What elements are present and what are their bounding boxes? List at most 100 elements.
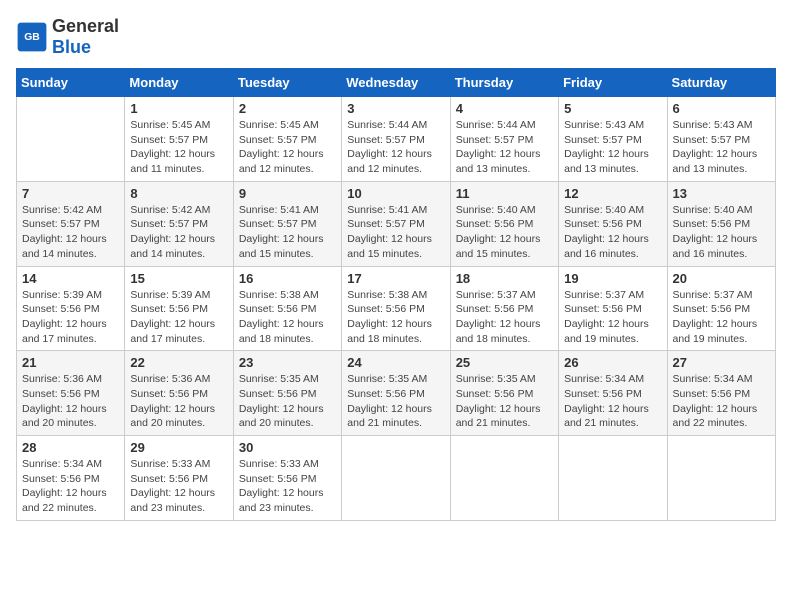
day-info: Sunrise: 5:34 AMSunset: 5:56 PMDaylight:…	[564, 372, 661, 431]
day-number: 6	[673, 101, 770, 116]
calendar-cell	[667, 436, 775, 521]
calendar-cell	[450, 436, 558, 521]
day-info: Sunrise: 5:36 AMSunset: 5:56 PMDaylight:…	[130, 372, 227, 431]
day-number: 23	[239, 355, 336, 370]
day-number: 28	[22, 440, 119, 455]
day-number: 13	[673, 186, 770, 201]
day-number: 3	[347, 101, 444, 116]
calendar-cell: 15 Sunrise: 5:39 AMSunset: 5:56 PMDayligh…	[125, 266, 233, 351]
day-number: 11	[456, 186, 553, 201]
day-number: 9	[239, 186, 336, 201]
day-info: Sunrise: 5:39 AMSunset: 5:56 PMDaylight:…	[130, 288, 227, 347]
day-info: Sunrise: 5:45 AMSunset: 5:57 PMDaylight:…	[130, 118, 227, 177]
calendar-header: SundayMondayTuesdayWednesdayThursdayFrid…	[17, 69, 776, 97]
calendar-cell: 1Sunrise: 5:45 AMSunset: 5:57 PMDaylight…	[125, 97, 233, 182]
day-info: Sunrise: 5:42 AMSunset: 5:57 PMDaylight:…	[22, 203, 119, 262]
calendar-cell: 7 Sunrise: 5:42 AMSunset: 5:57 PMDaylight…	[17, 181, 125, 266]
weekday-header-friday: Friday	[559, 69, 667, 97]
calendar-cell	[559, 436, 667, 521]
calendar-cell: 16Sunrise: 5:38 AMSunset: 5:56 PMDayligh…	[233, 266, 341, 351]
day-info: Sunrise: 5:35 AMSunset: 5:56 PMDaylight:…	[239, 372, 336, 431]
logo-general-text: General	[52, 16, 119, 36]
logo: GB General Blue	[16, 16, 119, 58]
weekday-header-monday: Monday	[125, 69, 233, 97]
calendar-cell: 6 Sunrise: 5:43 AMSunset: 5:57 PMDaylight…	[667, 97, 775, 182]
calendar-cell: 10Sunrise: 5:41 AMSunset: 5:57 PMDayligh…	[342, 181, 450, 266]
svg-text:GB: GB	[24, 32, 40, 43]
day-number: 30	[239, 440, 336, 455]
calendar-cell: 30 Sunrise: 5:33 AMSunset: 5:56 PMDayligh…	[233, 436, 341, 521]
day-info: Sunrise: 5:35 AMSunset: 5:56 PMDaylight:…	[456, 372, 553, 431]
day-info: Sunrise: 5:42 AMSunset: 5:57 PMDaylight:…	[130, 203, 227, 262]
day-info: Sunrise: 5:34 AMSunset: 5:56 PMDaylight:…	[673, 372, 770, 431]
day-info: Sunrise: 5:35 AMSunset: 5:56 PMDaylight:…	[347, 372, 444, 431]
day-number: 24	[347, 355, 444, 370]
day-number: 25	[456, 355, 553, 370]
weekday-header-wednesday: Wednesday	[342, 69, 450, 97]
weekday-header-thursday: Thursday	[450, 69, 558, 97]
calendar-cell: 25 Sunrise: 5:35 AMSunset: 5:56 PMDayligh…	[450, 351, 558, 436]
calendar-week-1: 1Sunrise: 5:45 AMSunset: 5:57 PMDaylight…	[17, 97, 776, 182]
calendar-table: SundayMondayTuesdayWednesdayThursdayFrid…	[16, 68, 776, 521]
calendar-week-5: 28 Sunrise: 5:34 AMSunset: 5:56 PMDayligh…	[17, 436, 776, 521]
day-info: Sunrise: 5:44 AMSunset: 5:57 PMDaylight:…	[456, 118, 553, 177]
day-number: 20	[673, 271, 770, 286]
calendar-cell	[342, 436, 450, 521]
calendar-cell: 22 Sunrise: 5:36 AMSunset: 5:56 PMDayligh…	[125, 351, 233, 436]
day-info: Sunrise: 5:37 AMSunset: 5:56 PMDaylight:…	[673, 288, 770, 347]
calendar-cell: 20 Sunrise: 5:37 AMSunset: 5:56 PMDayligh…	[667, 266, 775, 351]
day-number: 8	[130, 186, 227, 201]
calendar-cell: 4 Sunrise: 5:44 AMSunset: 5:57 PMDaylight…	[450, 97, 558, 182]
day-info: Sunrise: 5:33 AMSunset: 5:56 PMDaylight:…	[239, 457, 336, 516]
calendar-cell: 12 Sunrise: 5:40 AMSunset: 5:56 PMDayligh…	[559, 181, 667, 266]
calendar-cell: 29Sunrise: 5:33 AMSunset: 5:56 PMDayligh…	[125, 436, 233, 521]
day-info: Sunrise: 5:39 AMSunset: 5:56 PMDaylight:…	[22, 288, 119, 347]
day-info: Sunrise: 5:45 AMSunset: 5:57 PMDaylight:…	[239, 118, 336, 177]
day-number: 22	[130, 355, 227, 370]
day-info: Sunrise: 5:40 AMSunset: 5:56 PMDaylight:…	[564, 203, 661, 262]
day-info: Sunrise: 5:43 AMSunset: 5:57 PMDaylight:…	[564, 118, 661, 177]
weekday-header-tuesday: Tuesday	[233, 69, 341, 97]
day-info: Sunrise: 5:38 AMSunset: 5:56 PMDaylight:…	[347, 288, 444, 347]
calendar-cell: 3 Sunrise: 5:44 AMSunset: 5:57 PMDaylight…	[342, 97, 450, 182]
day-info: Sunrise: 5:34 AMSunset: 5:56 PMDaylight:…	[22, 457, 119, 516]
calendar-week-4: 21 Sunrise: 5:36 AMSunset: 5:56 PMDayligh…	[17, 351, 776, 436]
calendar-cell: 21 Sunrise: 5:36 AMSunset: 5:56 PMDayligh…	[17, 351, 125, 436]
calendar-cell: 19 Sunrise: 5:37 AMSunset: 5:56 PMDayligh…	[559, 266, 667, 351]
day-info: Sunrise: 5:38 AMSunset: 5:56 PMDaylight:…	[239, 288, 336, 347]
weekday-header-sunday: Sunday	[17, 69, 125, 97]
day-info: Sunrise: 5:40 AMSunset: 5:56 PMDaylight:…	[456, 203, 553, 262]
day-info: Sunrise: 5:36 AMSunset: 5:56 PMDaylight:…	[22, 372, 119, 431]
day-number: 4	[456, 101, 553, 116]
day-number: 21	[22, 355, 119, 370]
calendar-cell: 5 Sunrise: 5:43 AMSunset: 5:57 PMDaylight…	[559, 97, 667, 182]
day-info: Sunrise: 5:41 AMSunset: 5:57 PMDaylight:…	[239, 203, 336, 262]
day-info: Sunrise: 5:41 AMSunset: 5:57 PMDaylight:…	[347, 203, 444, 262]
calendar-cell: 11 Sunrise: 5:40 AMSunset: 5:56 PMDayligh…	[450, 181, 558, 266]
calendar-cell: 14 Sunrise: 5:39 AMSunset: 5:56 PMDayligh…	[17, 266, 125, 351]
day-number: 29	[130, 440, 227, 455]
generalblue-logo-icon: GB	[16, 21, 48, 53]
calendar-cell: 17 Sunrise: 5:38 AMSunset: 5:56 PMDayligh…	[342, 266, 450, 351]
day-info: Sunrise: 5:44 AMSunset: 5:57 PMDaylight:…	[347, 118, 444, 177]
day-info: Sunrise: 5:43 AMSunset: 5:57 PMDaylight:…	[673, 118, 770, 177]
calendar-cell: 2Sunrise: 5:45 AMSunset: 5:57 PMDaylight…	[233, 97, 341, 182]
day-number: 5	[564, 101, 661, 116]
day-number: 19	[564, 271, 661, 286]
day-number: 7	[22, 186, 119, 201]
day-number: 26	[564, 355, 661, 370]
day-number: 14	[22, 271, 119, 286]
day-number: 15	[130, 271, 227, 286]
weekday-header-row: SundayMondayTuesdayWednesdayThursdayFrid…	[17, 69, 776, 97]
calendar-cell: 23 Sunrise: 5:35 AMSunset: 5:56 PMDayligh…	[233, 351, 341, 436]
calendar-cell: 18 Sunrise: 5:37 AMSunset: 5:56 PMDayligh…	[450, 266, 558, 351]
day-number: 17	[347, 271, 444, 286]
day-info: Sunrise: 5:37 AMSunset: 5:56 PMDaylight:…	[456, 288, 553, 347]
calendar-cell: 26 Sunrise: 5:34 AMSunset: 5:56 PMDayligh…	[559, 351, 667, 436]
day-number: 12	[564, 186, 661, 201]
calendar-cell: 27Sunrise: 5:34 AMSunset: 5:56 PMDayligh…	[667, 351, 775, 436]
day-number: 18	[456, 271, 553, 286]
calendar-cell	[17, 97, 125, 182]
logo-blue-text: Blue	[52, 37, 91, 57]
day-info: Sunrise: 5:37 AMSunset: 5:56 PMDaylight:…	[564, 288, 661, 347]
